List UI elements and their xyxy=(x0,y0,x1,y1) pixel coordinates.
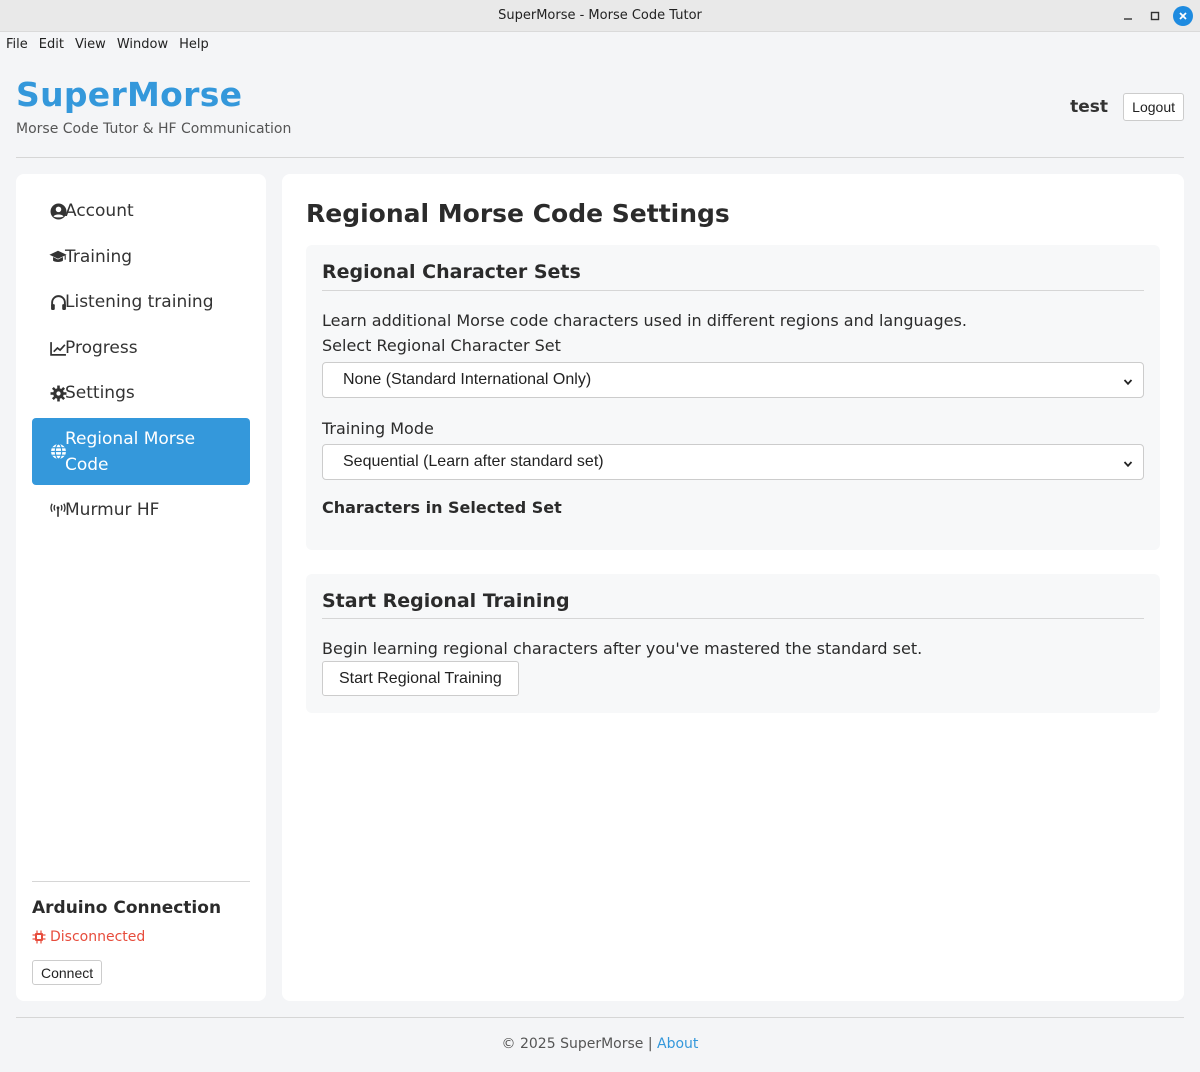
sidebar-item-label: Murmur HF xyxy=(65,500,160,520)
sidebar-item-label: Regional Morse Code xyxy=(65,428,196,475)
brand-tagline: Morse Code Tutor & HF Communication xyxy=(16,121,292,137)
connect-button[interactable]: Connect xyxy=(32,960,103,985)
card-heading: Start Regional Training xyxy=(322,590,570,612)
sidebar-item-settings[interactable]: Settings xyxy=(32,372,250,414)
line-chart-icon xyxy=(49,339,67,357)
antenna-icon xyxy=(49,501,67,519)
card-description: Learn additional Morse code characters u… xyxy=(322,311,967,330)
copyright: © 2025 SuperMorse xyxy=(501,1036,644,1052)
minimize-icon[interactable] xyxy=(1118,6,1138,26)
user-circle-icon xyxy=(49,202,67,220)
card-heading: Regional Character Sets xyxy=(322,261,581,283)
divider xyxy=(16,1017,1184,1018)
training-mode-select[interactable]: Sequential (Learn after standard set) xyxy=(322,444,1144,480)
gear-icon xyxy=(49,384,67,402)
about-link[interactable]: About xyxy=(657,1036,698,1052)
graduation-cap-icon xyxy=(49,248,67,266)
arduino-title: Arduino Connection xyxy=(32,898,222,918)
divider xyxy=(32,881,250,882)
headphones-icon xyxy=(49,293,67,311)
app-header: SuperMorse Morse Code Tutor & HF Communi… xyxy=(16,57,1184,158)
footer: © 2025 SuperMorse | About xyxy=(0,1036,1200,1052)
arduino-status-text: Disconnected xyxy=(50,929,146,945)
divider xyxy=(322,618,1144,619)
character-set-value: None (Standard International Only) xyxy=(343,371,592,388)
menu-window[interactable]: Window xyxy=(117,37,168,52)
card-description: Begin learning regional characters after… xyxy=(322,639,923,658)
sidebar-item-regional-morse-code[interactable]: Regional Morse Code xyxy=(32,418,250,485)
sidebar-item-label: Settings xyxy=(65,383,135,403)
regional-character-sets-card: Regional Character Sets Learn additional… xyxy=(306,245,1160,550)
sidebar-item-label: Training xyxy=(65,247,133,267)
characters-heading: Characters in Selected Set xyxy=(322,498,562,517)
menu-file[interactable]: File xyxy=(6,37,28,52)
sidebar-item-murmur-hf[interactable]: Murmur HF xyxy=(32,489,250,531)
divider xyxy=(322,290,1144,291)
sidebar-item-label: Progress xyxy=(65,338,138,358)
select-label: Select Regional Character Set xyxy=(322,336,561,355)
training-mode-value: Sequential (Learn after standard set) xyxy=(343,453,604,470)
maximize-icon[interactable] xyxy=(1145,6,1165,26)
footer-separator: | xyxy=(647,1036,653,1052)
brand-title: SuperMorse xyxy=(16,75,243,114)
sidebar-item-listening-training[interactable]: Listening training xyxy=(32,281,250,323)
window-title: SuperMorse - Morse Code Tutor xyxy=(498,8,702,23)
training-mode-label: Training Mode xyxy=(322,419,434,438)
menu-help[interactable]: Help xyxy=(179,37,209,52)
arduino-status: Disconnected xyxy=(32,929,145,945)
sidebar: Account Training Listening training Prog… xyxy=(16,174,266,1001)
logout-button[interactable]: Logout xyxy=(1123,93,1184,121)
main-panel: Regional Morse Code Settings Regional Ch… xyxy=(282,174,1184,1001)
character-set-select[interactable]: None (Standard International Only) xyxy=(322,362,1144,398)
sidebar-item-progress[interactable]: Progress xyxy=(32,327,250,369)
page-title: Regional Morse Code Settings xyxy=(306,199,730,228)
chevron-down-icon xyxy=(1123,456,1133,468)
globe-icon xyxy=(49,443,67,461)
sidebar-item-account[interactable]: Account xyxy=(32,190,250,232)
chevron-down-icon xyxy=(1123,374,1133,386)
chip-icon xyxy=(32,930,46,944)
sidebar-item-training[interactable]: Training xyxy=(32,236,250,278)
start-regional-training-card: Start Regional Training Begin learning r… xyxy=(306,574,1160,713)
sidebar-item-label: Account xyxy=(65,201,134,221)
menu-edit[interactable]: Edit xyxy=(39,37,64,52)
menu-view[interactable]: View xyxy=(75,37,106,52)
sidebar-item-label: Listening training xyxy=(65,292,214,312)
menubar: File Edit View Window Help xyxy=(0,32,1200,57)
close-icon[interactable] xyxy=(1173,6,1193,26)
window-titlebar: SuperMorse - Morse Code Tutor xyxy=(0,0,1200,32)
username: test xyxy=(1070,97,1108,117)
start-regional-training-button[interactable]: Start Regional Training xyxy=(322,661,519,696)
